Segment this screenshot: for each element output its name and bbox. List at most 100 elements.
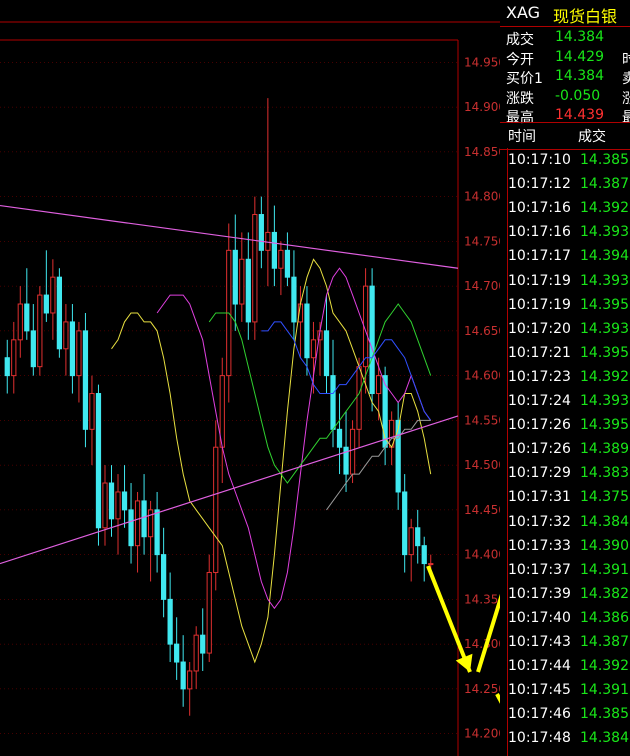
candle-body[interactable] <box>167 598 173 645</box>
candle-body[interactable] <box>154 509 160 556</box>
candle-body[interactable] <box>239 258 245 305</box>
tick-row[interactable]: 10:17:37 14.391 <box>500 559 630 583</box>
candle-body[interactable] <box>193 634 199 672</box>
candle-body[interactable] <box>291 276 297 323</box>
candle-body[interactable] <box>115 491 121 520</box>
candle-body[interactable] <box>415 527 421 547</box>
tick-row[interactable]: 10:17:24 14.393 <box>500 390 630 414</box>
candle-body[interactable] <box>43 294 49 314</box>
tick-row[interactable]: 10:17:43 14.387 <box>500 631 630 655</box>
candle-body[interactable] <box>50 276 56 314</box>
quote-label: 成交 <box>506 32 534 48</box>
trendline <box>0 415 459 565</box>
candle-body[interactable] <box>395 419 401 493</box>
candle-body[interactable] <box>174 643 180 663</box>
tick-row[interactable]: 10:17:40 14.386 <box>500 607 630 631</box>
candle-body[interactable] <box>349 428 356 475</box>
candle-body[interactable] <box>161 554 167 600</box>
tick-row[interactable]: 10:17:33 14.390 <box>500 535 630 559</box>
candle-body[interactable] <box>265 231 271 251</box>
tick-row[interactable]: 10:17:46 14.385 <box>500 703 630 727</box>
candle-body[interactable] <box>82 330 89 430</box>
candle-body[interactable] <box>232 249 238 305</box>
candle-body[interactable] <box>69 321 76 377</box>
candle-body[interactable] <box>56 276 62 350</box>
candle-body[interactable] <box>376 375 382 395</box>
tick-row[interactable]: 10:17:16 14.393 <box>500 221 630 245</box>
candle-body[interactable] <box>147 509 154 538</box>
tick-row[interactable]: 10:17:20 14.393 <box>500 318 630 342</box>
candle-body[interactable] <box>310 339 317 359</box>
candle-body[interactable] <box>95 393 102 529</box>
tick-row[interactable]: 10:17:31 14.375 <box>500 486 630 510</box>
tick-row[interactable]: 10:17:23 14.392 <box>500 366 630 390</box>
tick-row[interactable]: 10:17:19 14.393 <box>500 270 630 294</box>
tick-row[interactable]: 10:17:21 14.395 <box>500 342 630 366</box>
candle-body[interactable] <box>271 231 277 269</box>
candle-body[interactable] <box>11 339 17 377</box>
candle-body[interactable] <box>76 330 82 377</box>
tick-row[interactable]: 10:17:16 14.392 <box>500 197 630 221</box>
candle-body[interactable] <box>278 249 284 269</box>
candle-body[interactable] <box>180 661 186 690</box>
candle-body[interactable] <box>252 214 258 323</box>
tick-price: 14.386 <box>580 609 629 626</box>
tick-price: 14.384 <box>580 730 629 747</box>
candle-body[interactable] <box>30 330 36 368</box>
candlestick-chart-panel[interactable]: 14.950 14.900 14.850 14.800 14.750 14.700 14.6… <box>0 0 500 756</box>
tick-row[interactable]: 10:17:26 14.395 <box>500 414 630 438</box>
tick-row[interactable]: 10:17:48 14.384 <box>500 727 630 751</box>
candle-body[interactable] <box>200 634 206 654</box>
candle-body[interactable] <box>245 258 251 323</box>
candle-body[interactable] <box>284 249 291 278</box>
symbol-header: XAG 现货白银 <box>500 0 630 27</box>
candle-body[interactable] <box>187 670 193 690</box>
tick-time: 10:17:31 <box>508 489 571 506</box>
tick-time: 10:17:23 <box>508 368 571 385</box>
candle-body[interactable] <box>408 527 414 556</box>
candle-body[interactable] <box>323 330 330 377</box>
tick-time: 10:17:40 <box>508 609 571 626</box>
candle-body[interactable] <box>258 214 264 251</box>
candle-body[interactable] <box>89 393 95 430</box>
candle-body[interactable] <box>336 428 343 448</box>
tick-time: 10:17:39 <box>508 585 571 602</box>
candle-body[interactable] <box>17 303 23 341</box>
candlestick-chart[interactable]: 14.950 14.900 14.850 14.800 14.750 14.700 14.6… <box>0 0 500 756</box>
candle-body[interactable] <box>121 491 128 511</box>
candle-body[interactable] <box>63 321 69 350</box>
tick-row[interactable]: 10:17:39 14.382 <box>500 583 630 607</box>
candle-body[interactable] <box>356 366 362 430</box>
candle-body[interactable] <box>213 446 219 574</box>
candle-body[interactable] <box>37 294 43 368</box>
quote-value: 14.384 <box>555 29 604 45</box>
price-tick-label: 14.250 <box>464 682 500 696</box>
candle-body[interactable] <box>141 500 147 538</box>
candle-body[interactable] <box>369 285 375 395</box>
tick-row[interactable]: 10:17:44 14.392 <box>500 655 630 679</box>
tick-row[interactable]: 10:17:10 14.385 <box>500 149 630 173</box>
candle-body[interactable] <box>128 509 134 547</box>
candle-body[interactable] <box>134 500 141 547</box>
tick-row[interactable]: 10:17:32 14.384 <box>500 511 630 535</box>
tick-row[interactable]: 10:17:12 14.387 <box>500 173 630 197</box>
tick-row[interactable]: 10:17:29 14.383 <box>500 462 630 486</box>
candle-body[interactable] <box>4 357 10 377</box>
price-tick-label: 14.550 <box>464 413 500 427</box>
candle-body[interactable] <box>402 491 408 556</box>
tick-row[interactable]: 10:17:19 14.395 <box>500 294 630 318</box>
candle-body[interactable] <box>421 545 427 565</box>
price-tick-label: 14.400 <box>464 548 500 562</box>
candle-body[interactable] <box>304 303 310 359</box>
tick-time: 10:17:21 <box>508 344 571 361</box>
candle-body[interactable] <box>206 572 212 654</box>
quote-extra-label: 时 <box>622 51 630 68</box>
candle-body[interactable] <box>102 482 108 529</box>
candle-body[interactable] <box>108 482 115 520</box>
candle-body[interactable] <box>24 303 30 332</box>
tick-row[interactable]: 10:17:17 14.394 <box>500 245 630 269</box>
candle-body[interactable] <box>428 563 434 566</box>
tick-row[interactable]: 10:17:45 14.391 <box>500 679 630 703</box>
tick-row[interactable]: 10:17:26 14.389 <box>500 438 630 462</box>
candle-body[interactable] <box>330 375 336 430</box>
